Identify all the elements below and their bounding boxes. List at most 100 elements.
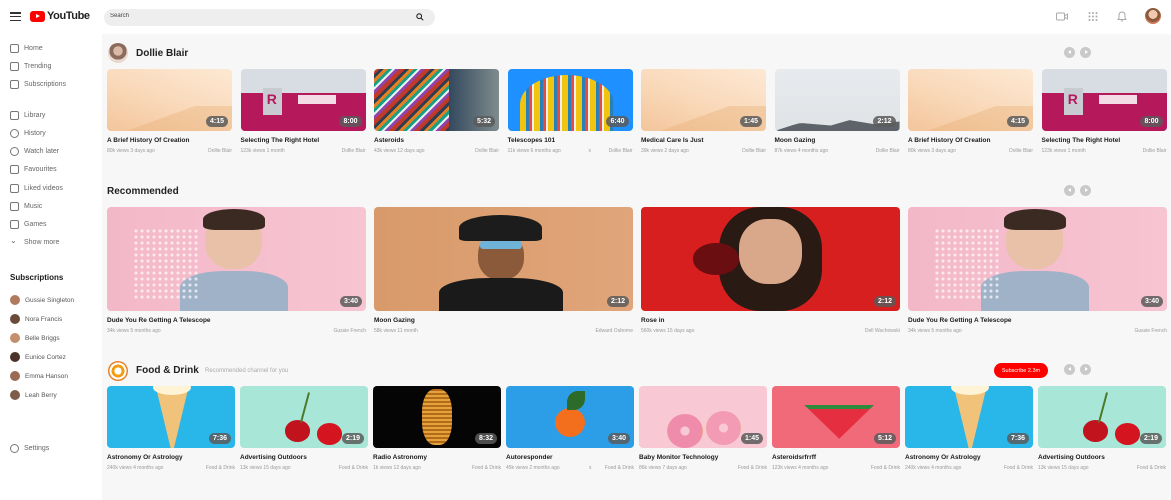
sidebar-item-trending[interactable]: Trending xyxy=(10,60,51,72)
sidebar-item-home[interactable]: Home xyxy=(10,42,43,54)
subscription-item[interactable]: Eunice Cortez xyxy=(10,352,66,362)
subscription-item[interactable]: Belle Briggs xyxy=(10,333,60,343)
channel-avatar[interactable] xyxy=(108,361,128,381)
video-thumbnail[interactable]: 2:12 xyxy=(641,207,900,311)
video-card[interactable]: R 8:00 Selecting The Right Hotel 123k views… xyxy=(240,69,366,171)
video-card[interactable]: 2:19 Advertising Outdoors 13k views 15 day… xyxy=(1038,386,1166,488)
video-title[interactable]: Dude You Re Getting A Telescope xyxy=(107,317,211,324)
menu-icon[interactable] xyxy=(10,12,21,21)
channel-name[interactable]: Food & Drink xyxy=(472,465,501,471)
sidebar-item-settings[interactable]: Settings xyxy=(10,442,49,454)
channel-name[interactable]: Gussie French xyxy=(333,328,366,334)
channel-name[interactable]: Edward Osborne xyxy=(595,328,633,334)
video-thumbnail[interactable]: R 8:00 xyxy=(1041,69,1167,131)
close-icon[interactable]: x xyxy=(589,148,592,154)
video-thumbnail[interactable]: 4:15 xyxy=(107,69,232,131)
video-thumbnail[interactable]: 3:40 xyxy=(107,207,366,311)
channel-avatar[interactable] xyxy=(108,43,128,63)
channel-name[interactable]: Dollie Blair xyxy=(876,148,900,154)
search-input[interactable] xyxy=(110,13,400,19)
video-card[interactable]: 8:32 Radio Astronomy 1k views 12 days ago F… xyxy=(373,386,501,488)
channel-name[interactable]: Dollie Blair xyxy=(475,148,499,154)
prev-arrow-icon[interactable] xyxy=(1064,185,1075,196)
sidebar-item-history[interactable]: History xyxy=(10,127,46,139)
video-card[interactable]: 2:19 Advertising Outdoors 13k views 15 day… xyxy=(240,386,368,488)
video-thumbnail[interactable]: 3:40 xyxy=(908,207,1167,311)
subscription-item[interactable]: Leah Berry xyxy=(10,390,57,400)
search-icon[interactable] xyxy=(416,13,424,21)
video-card[interactable]: 2:12 Moon Gazing 58k views 11 month Edward … xyxy=(374,207,633,351)
channel-name[interactable]: Food & Drink xyxy=(1004,465,1033,471)
video-card[interactable]: 2:12 Rose in 560k views 15 days ago Dell Wa… xyxy=(641,207,900,351)
channel-name[interactable]: Food & Drink xyxy=(738,465,767,471)
video-title[interactable]: Advertising Outdoors xyxy=(1038,454,1105,461)
video-card[interactable]: 6:40 Telescopes 101 11k views 6 months ago… xyxy=(507,69,633,171)
video-thumbnail[interactable]: 7:36 xyxy=(905,386,1033,448)
sidebar-item-library[interactable]: Library xyxy=(10,109,45,121)
video-card[interactable]: 4:15 A Brief History Of Creation 80k views… xyxy=(908,69,1033,171)
video-card[interactable]: 3:40 Dude You Re Getting A Telescope 34k v… xyxy=(107,207,366,351)
channel-name[interactable]: Dollie Blair xyxy=(609,148,633,154)
video-thumbnail[interactable]: 1:45 xyxy=(639,386,767,448)
youtube-logo[interactable]: YouTube xyxy=(30,10,90,22)
channel-name[interactable]: Dollie Blair xyxy=(742,148,766,154)
channel-name[interactable]: Dollie Blair xyxy=(1143,148,1167,154)
next-arrow-icon[interactable] xyxy=(1080,364,1091,375)
sidebar-item-subscriptions[interactable]: Subscriptions xyxy=(10,78,66,90)
subscription-item[interactable]: Gussie Singleton xyxy=(10,295,74,305)
sidebar-item-watch-later[interactable]: Watch later xyxy=(10,145,59,157)
video-camera-icon[interactable] xyxy=(1056,11,1068,22)
channel-name[interactable]: Food & Drink xyxy=(339,465,368,471)
subscription-item[interactable]: Emma Hanson xyxy=(10,371,68,381)
channel-name[interactable]: Food & Drink xyxy=(1137,465,1166,471)
video-card[interactable]: 3:40 Dude You Re Getting A Telescope 34k v… xyxy=(908,207,1167,351)
sidebar-item-games[interactable]: Games xyxy=(10,218,47,230)
video-thumbnail[interactable]: R 8:00 xyxy=(240,69,366,131)
video-thumbnail[interactable]: 5:32 xyxy=(374,69,499,131)
video-thumbnail[interactable]: 5:12 xyxy=(772,386,900,448)
sidebar-item-liked-videos[interactable]: Liked videos xyxy=(10,182,63,194)
video-thumbnail[interactable]: 2:19 xyxy=(1038,386,1166,448)
video-thumbnail[interactable]: 2:12 xyxy=(374,207,633,311)
video-title[interactable]: A Brief History Of Creation xyxy=(107,137,189,144)
video-title[interactable]: Advertising Outdoors xyxy=(240,454,307,461)
apps-grid-icon[interactable] xyxy=(1087,11,1099,22)
video-title[interactable]: Autoresponder xyxy=(506,454,553,461)
video-card[interactable]: 1:45 Baby Monitor Technology 86k views 7 d… xyxy=(639,386,767,488)
prev-arrow-icon[interactable] xyxy=(1064,364,1075,375)
video-title[interactable]: Asteroids xyxy=(374,137,404,144)
video-thumbnail[interactable]: 2:12 xyxy=(774,69,900,131)
video-title[interactable]: Moon Gazing xyxy=(374,317,415,324)
section-title-food[interactable]: Food & Drink xyxy=(136,365,199,376)
video-card[interactable]: 5:32 Asteroids 43k views 12 days ago Dollie… xyxy=(374,69,499,171)
user-avatar[interactable] xyxy=(1145,8,1161,24)
video-card[interactable]: 5:12 Asteroidsrfrrff 123k views 4 months a… xyxy=(772,386,900,488)
video-thumbnail[interactable]: 4:15 xyxy=(908,69,1033,131)
subscription-item[interactable]: Nora Francis xyxy=(10,314,62,324)
channel-name[interactable]: Dollie Blair xyxy=(208,148,232,154)
channel-name[interactable]: Food & Drink xyxy=(871,465,900,471)
next-arrow-icon[interactable] xyxy=(1080,47,1091,58)
video-card[interactable]: 4:15 A Brief History Of Creation 80k views… xyxy=(107,69,232,171)
section-title-dollie[interactable]: Dollie Blair xyxy=(136,48,188,59)
next-arrow-icon[interactable] xyxy=(1080,185,1091,196)
video-title[interactable]: Radio Astronomy xyxy=(373,454,427,461)
prev-arrow-icon[interactable] xyxy=(1064,47,1075,58)
channel-name[interactable]: Gussie French xyxy=(1134,328,1167,334)
video-title[interactable]: Asteroidsrfrrff xyxy=(772,454,816,461)
video-title[interactable]: Astronomy Or Astrology xyxy=(107,454,183,461)
video-card[interactable]: 7:36 Astronomy Or Astrology 240k views 4 m… xyxy=(107,386,235,488)
video-title[interactable]: Rose in xyxy=(641,317,664,324)
video-card[interactable]: 7:36 Astronomy Or Astrology 240k views 4 m… xyxy=(905,386,1033,488)
video-title[interactable]: Moon Gazing xyxy=(775,137,816,144)
video-title[interactable]: A Brief History Of Creation xyxy=(908,137,990,144)
video-title[interactable]: Baby Monitor Technology xyxy=(639,454,718,461)
video-card[interactable]: R 8:00 Selecting The Right Hotel 123k views… xyxy=(1041,69,1167,171)
channel-name[interactable]: Dell Wachowski xyxy=(865,328,900,334)
video-title[interactable]: Astronomy Or Astrology xyxy=(905,454,981,461)
channel-name[interactable]: Food & Drink xyxy=(605,465,634,471)
video-card[interactable]: 2:12 Moon Gazing 87k views 4 months ago Dol… xyxy=(774,69,900,171)
sidebar-item-favourites[interactable]: Favourites xyxy=(10,163,57,175)
video-title[interactable]: Telescopes 101 xyxy=(508,137,556,144)
video-card[interactable]: 3:40 Autoresponder 45k views 2 months ago x… xyxy=(506,386,634,488)
